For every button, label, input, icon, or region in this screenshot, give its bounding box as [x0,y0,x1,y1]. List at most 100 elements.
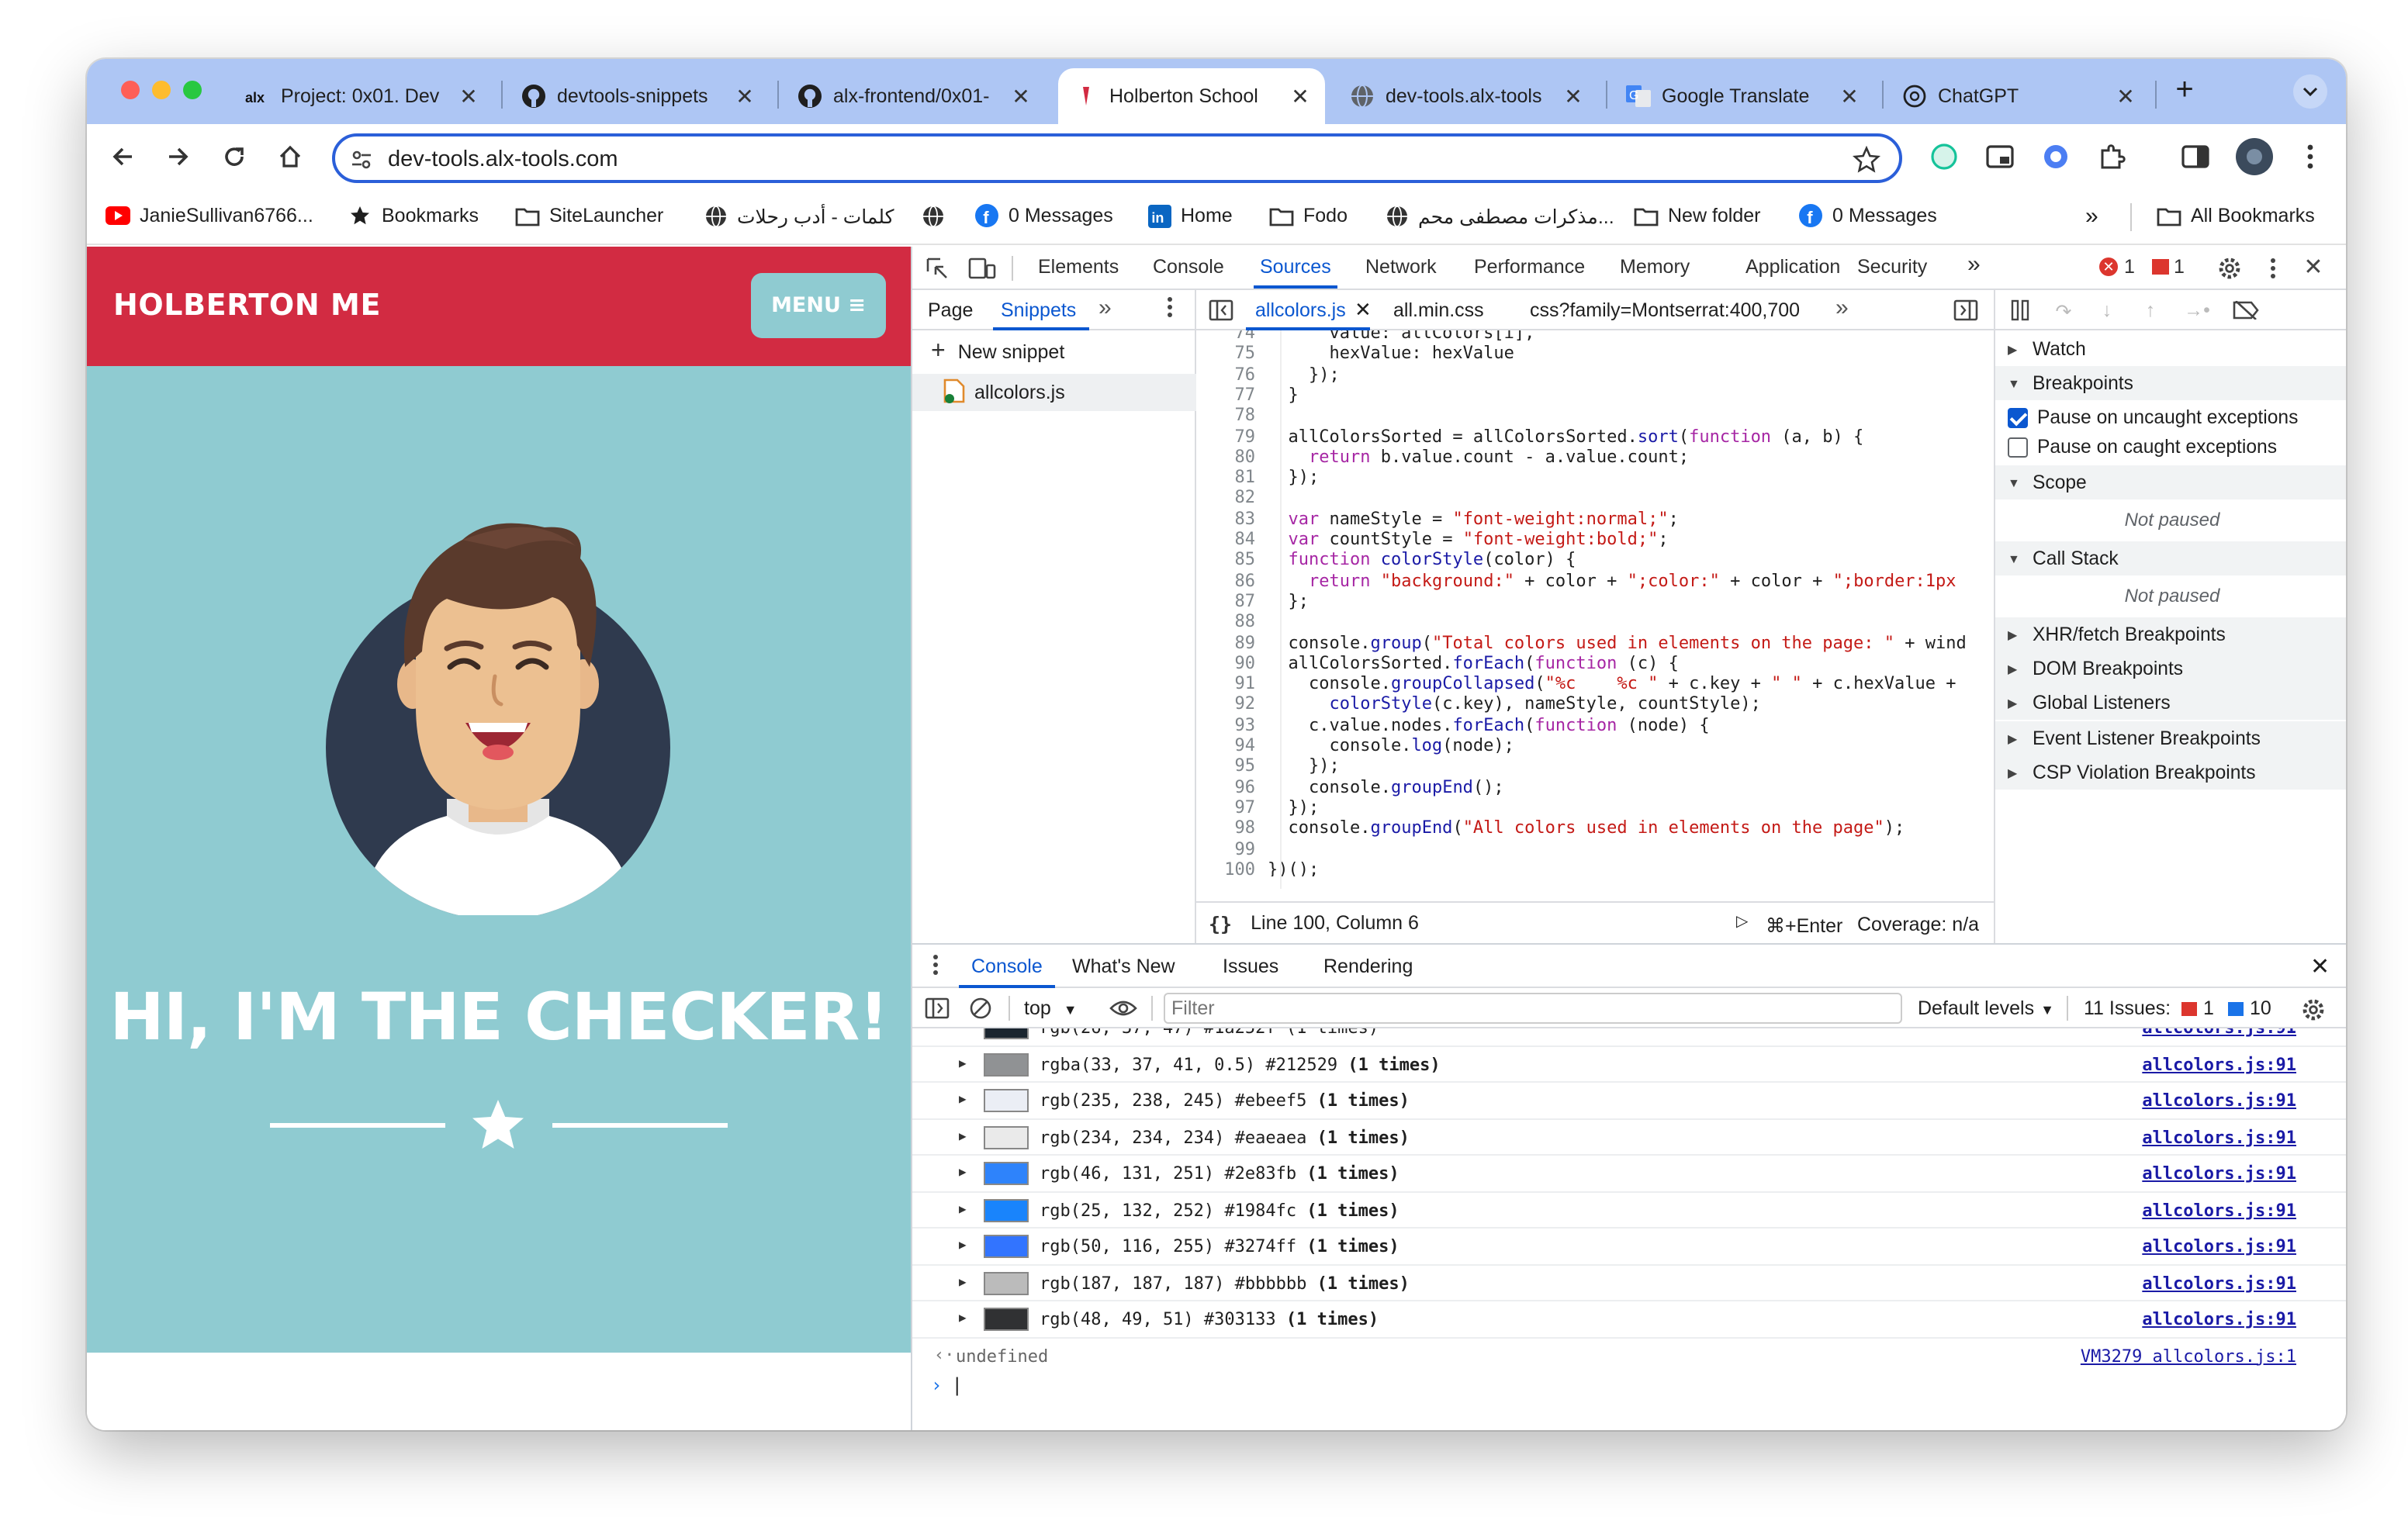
bookmark-folder[interactable]: New folder [1634,203,1761,228]
issue-icon[interactable] [2152,259,2169,275]
step-over-icon[interactable]: ↷ [2051,298,2076,323]
line-number[interactable]: 75 [1196,344,1256,365]
close-tab-icon[interactable]: ✕ [732,83,757,109]
close-window-button[interactable] [121,81,140,99]
code-area[interactable]: 74 value: allColors[i], 75 hexValue: hexV… [1196,330,1994,876]
console-settings-gear-icon[interactable] [2299,996,2327,1024]
line-number[interactable]: 86 [1196,570,1256,591]
call-stack-section[interactable]: ▼ Call Stack [1995,541,2346,575]
tab-snippets[interactable]: Snippets [1001,299,1076,321]
code-line[interactable]: value: allColors[i], [1268,330,1534,344]
line-number[interactable]: 97 [1196,797,1256,818]
menu-button[interactable]: MENU ≡ [751,273,886,338]
bookmark-item[interactable]: f 0 Messages [1798,203,1937,228]
code-line[interactable]: }); [1268,467,1319,488]
inspect-element-icon[interactable] [925,256,950,281]
tab-memory[interactable]: Memory [1620,256,1690,278]
line-number[interactable]: 85 [1196,550,1256,571]
code-line[interactable]: hexValue: hexValue [1268,344,1514,365]
step-out-icon[interactable]: ↑ [2138,298,2163,323]
expand-triangle-icon[interactable]: ▶ [959,1056,967,1070]
line-number[interactable]: 87 [1196,591,1256,612]
bookmark-item[interactable]: f 0 Messages [974,203,1113,228]
toggle-debugger-icon[interactable] [1953,298,1978,323]
tab-performance[interactable]: Performance [1474,256,1585,278]
bookmark-item[interactable]: in Home [1147,203,1233,228]
pause-uncaught-checkbox[interactable] [2008,407,2028,427]
tab-network[interactable]: Network [1365,256,1437,278]
live-expression-eye-icon[interactable] [1108,996,1139,1021]
address-bar[interactable]: dev-tools.alx-tools.com [332,133,1902,183]
forward-button[interactable] [161,140,195,174]
source-link[interactable]: allcolors.js:91 [2142,1028,2296,1038]
source-link[interactable]: allcolors.js:91 [2142,1309,2296,1329]
maximize-window-button[interactable] [183,81,202,99]
bookmark-item[interactable]: JanieSullivan6766... [106,203,313,228]
line-number[interactable]: 89 [1196,632,1256,653]
issue-count[interactable]: 1 [2174,256,2185,278]
csp-violation-breakpoints-section[interactable]: ▶ CSP Violation Breakpoints [1995,755,2346,790]
code-line[interactable]: })(); [1268,859,1319,876]
device-toolbar-icon[interactable] [968,256,996,281]
kebab-menu-icon[interactable] [932,954,939,980]
line-number[interactable]: 94 [1196,735,1256,756]
log-levels-dropdown[interactable]: Default levels ▼ [1918,997,2054,1019]
new-snippet-button[interactable]: + New snippet [912,334,1196,371]
drawer-tab-whats-new[interactable]: What's New [1072,956,1175,977]
code-line[interactable]: return b.value.count - a.value.count; [1268,447,1689,468]
code-line[interactable]: function colorStyle(color) { [1268,550,1576,571]
line-number[interactable]: 100 [1196,859,1255,876]
browser-tab[interactable]: dev-tools.alx-tools ✕ [1334,68,1598,124]
settings-gear-icon[interactable] [2216,254,2244,282]
context-selector[interactable]: top ▼ [1024,997,1078,1019]
issues-error-count[interactable]: 1 [2203,997,2214,1019]
console-group-row[interactable]: ▶ rgb(187, 187, 187) #bbbbbb (1 times) all… [912,1265,2346,1301]
source-link[interactable]: VM3279 allcolors.js:1 [2081,1346,2296,1366]
code-line[interactable]: } [1268,385,1298,406]
expand-triangle-icon[interactable]: ▶ [959,1311,967,1325]
watch-section[interactable]: ▶ Watch [1995,332,2346,366]
expand-triangle-icon[interactable]: ▶ [959,1092,967,1106]
breakpoints-section[interactable]: ▼ Breakpoints [1995,366,2346,400]
line-number[interactable]: 92 [1196,694,1256,715]
tab-sources[interactable]: Sources [1254,256,1337,289]
expand-triangle-icon[interactable]: ▶ [959,1238,967,1252]
close-tab-icon[interactable]: ✕ [1837,83,1862,109]
code-line[interactable]: allColorsSorted.forEach(function (c) { [1268,653,1678,674]
new-tab-button[interactable]: + [2169,72,2200,106]
expand-triangle-icon[interactable]: ▶ [959,1201,967,1215]
line-number[interactable]: 74 [1196,330,1256,344]
bookmark-item[interactable]: مذكرات مصطفى محم... [1384,203,1614,228]
error-count[interactable]: 1 [2124,256,2135,278]
source-link[interactable]: allcolors.js:91 [2142,1127,2296,1147]
code-line[interactable]: }); [1268,364,1340,385]
bookmark-folder[interactable]: SiteLauncher [515,203,663,228]
pause-caught-checkbox[interactable] [2008,437,2028,457]
console-group-row[interactable]: ▶ rgb(234, 234, 234) #eaeaea (1 times) all… [912,1119,2346,1156]
expand-triangle-icon[interactable]: ▶ [959,1165,967,1179]
console-filter-input[interactable] [1164,993,1902,1024]
browser-tab[interactable]: ChatGPT ✕ [1887,68,2150,124]
close-tab-icon[interactable]: ✕ [1561,83,1586,109]
error-icon[interactable]: ✕ [2099,257,2118,276]
editor-tab[interactable]: css?family=Montserrat:400,700 [1530,299,1800,321]
code-line[interactable]: return "background:" + color + ";color:"… [1268,570,1956,591]
line-number[interactable]: 99 [1196,838,1256,859]
console-group-row[interactable]: ▶ rgba(33, 37, 41, 0.5) #212529 (1 times)… [912,1046,2346,1083]
sidebar-toggle-icon[interactable] [925,996,950,1021]
more-bookmarks-button[interactable]: » [2085,203,2098,230]
site-info-icon[interactable] [348,146,375,174]
code-line[interactable]: var countStyle = "font-weight:bold;"; [1268,529,1669,550]
close-tab-icon[interactable]: ✕ [2113,83,2138,109]
console-group-row[interactable]: ▶ rgb(25, 132, 252) #1984fc (1 times) allc… [912,1192,2346,1229]
line-number[interactable]: 79 [1196,426,1256,447]
line-number[interactable]: 96 [1196,776,1256,797]
line-number[interactable]: 81 [1196,467,1256,488]
expand-triangle-icon[interactable]: ▶ [959,1128,967,1142]
issues-info-count[interactable]: 10 [2250,997,2271,1019]
tab-elements[interactable]: Elements [1038,256,1119,278]
browser-tab[interactable]: alx Project: 0x01. Dev ✕ [230,68,493,124]
close-tab-icon[interactable]: ✕ [456,83,481,109]
drawer-tab-issues[interactable]: Issues [1223,956,1278,977]
source-link[interactable]: allcolors.js:91 [2142,1163,2296,1184]
